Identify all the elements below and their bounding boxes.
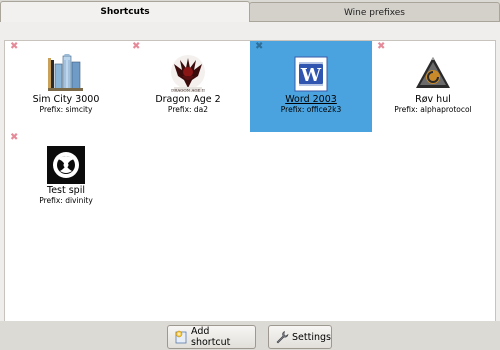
shortcut-prefix: Prefix: alphaprotocol (394, 105, 472, 114)
divinity-icon (46, 145, 86, 185)
settings-label: Settings (292, 331, 331, 343)
delete-icon[interactable]: ✖ (10, 42, 18, 52)
alpha-protocol-icon (413, 54, 453, 94)
shortcut-grid: ✖ Sim City 3000 Prefix: simcity ✖ DRAGON… (4, 40, 496, 340)
shortcut-prefix: Prefix: simcity (39, 105, 93, 114)
svg-text:W: W (300, 65, 322, 86)
shortcut-prefix: Prefix: divinity (39, 196, 93, 205)
dragon-age-icon: DRAGON AGE II (168, 54, 208, 94)
wrench-icon (275, 330, 289, 344)
delete-icon[interactable]: ✖ (377, 42, 385, 52)
shortcut-name: Sim City 3000 (32, 94, 100, 105)
shortcut-item[interactable]: ✖ W Word 2003 Prefix: office2k3 (250, 41, 372, 132)
shortcut-name: Word 2003 (285, 94, 337, 105)
tab-wine-prefixes[interactable]: Wine prefixes (249, 2, 500, 22)
shortcut-prefix: Prefix: da2 (167, 105, 209, 114)
shortcuts-panel: ✖ Sim City 3000 Prefix: simcity ✖ DRAGON… (0, 21, 500, 340)
word-icon: W (291, 54, 331, 94)
shortcut-item[interactable]: ✖ Test spil Prefix: divinity (5, 132, 127, 223)
simcity-icon (46, 52, 86, 94)
delete-icon[interactable]: ✖ (132, 42, 140, 52)
shortcut-prefix: Prefix: office2k3 (280, 105, 342, 114)
add-shortcut-label: Add shortcut (191, 326, 231, 348)
shortcut-item[interactable]: ✖ Røv hul Prefix: alphaprotocol (372, 41, 494, 132)
tab-bar: Shortcuts Wine prefixes (0, 0, 500, 22)
shortcut-name: Røv hul (415, 94, 451, 105)
svg-text:DRAGON AGE II: DRAGON AGE II (171, 88, 205, 93)
shortcut-item[interactable]: ✖ Sim City 3000 Prefix: simcity (5, 41, 127, 132)
action-bar: Add shortcut Settings (0, 321, 500, 350)
shortcut-item[interactable]: ✖ DRAGON AGE II Dragon Age 2 Prefix: da2 (127, 41, 249, 132)
add-icon (174, 330, 188, 344)
add-shortcut-button[interactable]: Add shortcut (167, 325, 256, 349)
tab-shortcuts[interactable]: Shortcuts (0, 1, 250, 22)
delete-icon[interactable]: ✖ (10, 133, 18, 143)
shortcut-name: Dragon Age 2 (155, 94, 221, 105)
shortcut-name: Test spil (47, 185, 85, 196)
settings-button[interactable]: Settings (268, 325, 332, 349)
delete-icon[interactable]: ✖ (255, 42, 263, 52)
